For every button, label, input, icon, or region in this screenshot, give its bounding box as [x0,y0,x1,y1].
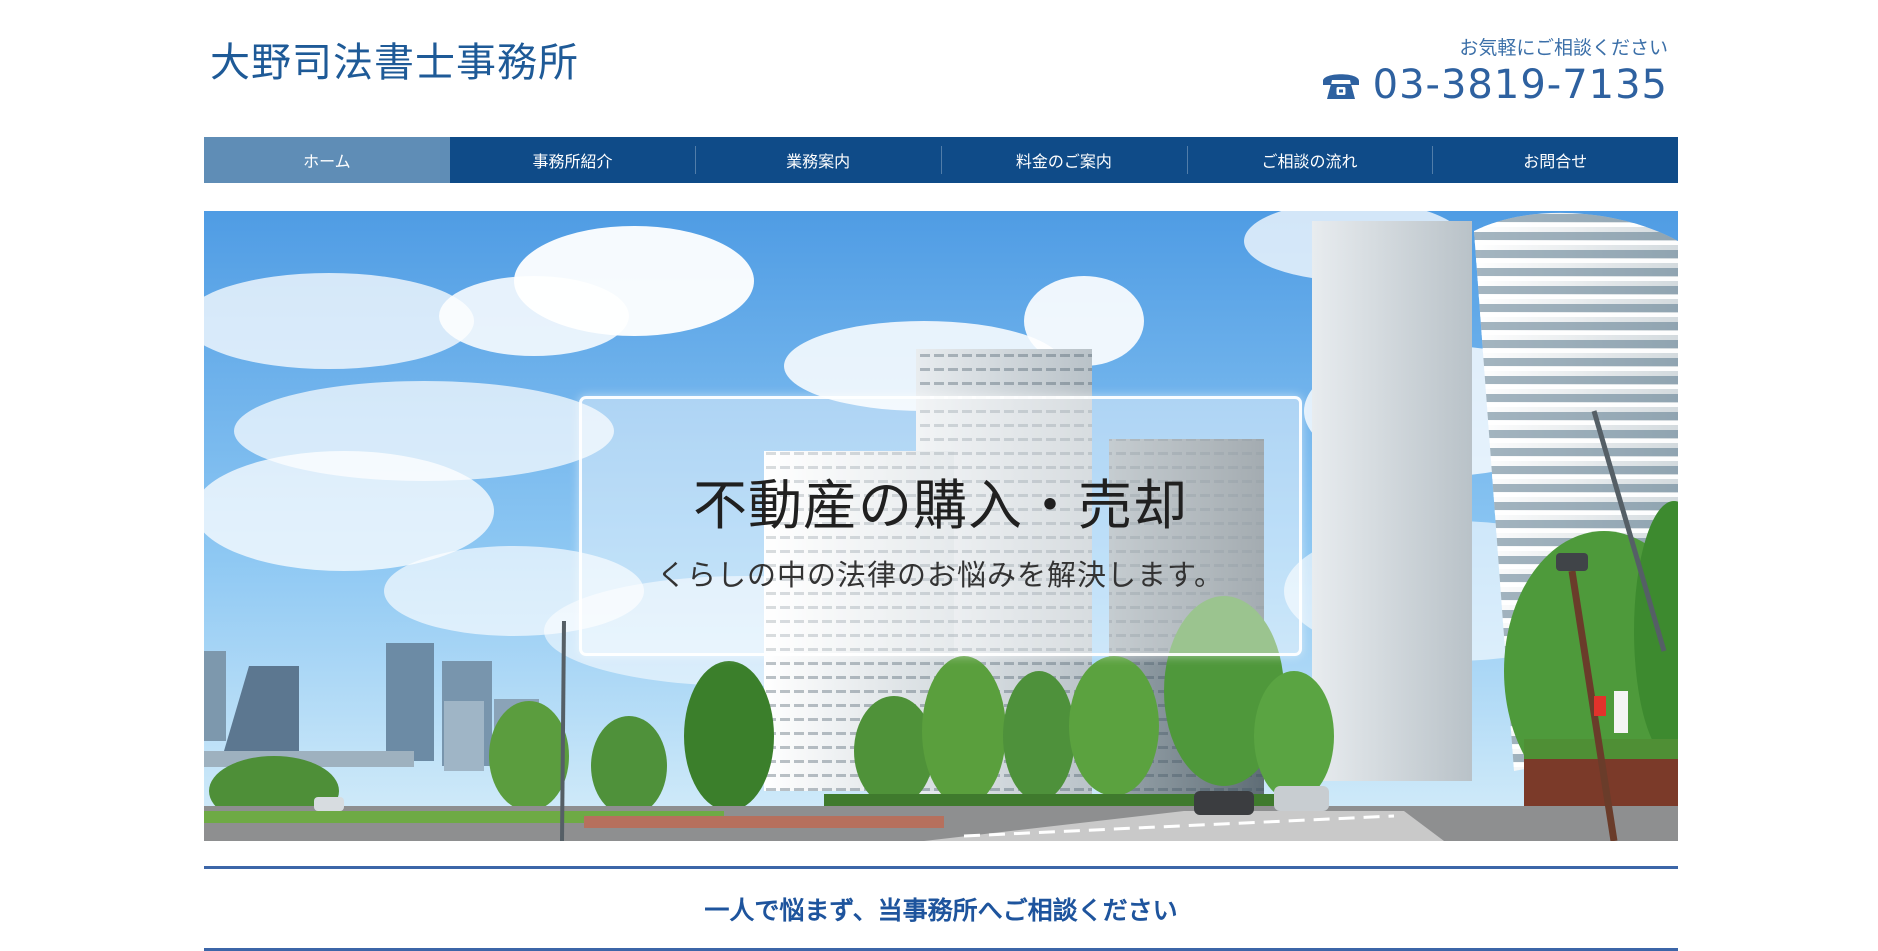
telephone-icon [1322,74,1359,99]
hero-caption-box: 不動産の購入・売却 くらしの中の法律のお悩みを解決します。 [579,396,1302,656]
consultation-heading: 一人で悩まず、当事務所へご相談ください [204,866,1678,951]
phone-number[interactable]: 03-3819-7135 [1373,62,1668,108]
nav-item-contact[interactable]: お問合せ [1432,137,1678,183]
nav-item-label: 料金のご案内 [1015,152,1112,171]
main-navigation: ホーム 事務所紹介 業務案内 料金のご案内 ご相談の流れ お問合せ [204,137,1678,183]
site-header: 大野司法書士事務所 お気軽にご相談ください 03-3819-7135 [0,0,1878,135]
nav-item-label: ホーム [303,152,351,171]
nav-item-label: ご相談の流れ [1261,152,1358,171]
hero-banner: 不動産の購入・売却 くらしの中の法律のお悩みを解決します。 [204,211,1678,841]
nav-item-office-introduction[interactable]: 事務所紹介 [450,137,696,183]
hero-subtitle: くらしの中の法律のお悩みを解決します。 [656,558,1225,592]
nav-item-home[interactable]: ホーム [204,137,450,183]
nav-item-services[interactable]: 業務案内 [695,137,941,183]
phone-row[interactable]: 03-3819-7135 [1321,62,1668,108]
nav-item-consultation-flow[interactable]: ご相談の流れ [1186,137,1433,183]
nav-item-label: 事務所紹介 [532,152,613,171]
nav-item-fees[interactable]: 料金のご案内 [941,137,1187,183]
hero-title: 不動産の購入・売却 [693,474,1188,537]
nav-item-label: 業務案内 [786,152,851,171]
consultation-heading-text: 一人で悩まず、当事務所へご相談ください [704,895,1178,925]
contact-label: お気軽にご相談ください [1459,37,1668,59]
contact-block: お気軽にご相談ください 03-3819-7135 [1321,33,1668,108]
nav-item-label: お問合せ [1523,152,1588,171]
site-logo[interactable]: 大野司法書士事務所 [210,30,579,88]
